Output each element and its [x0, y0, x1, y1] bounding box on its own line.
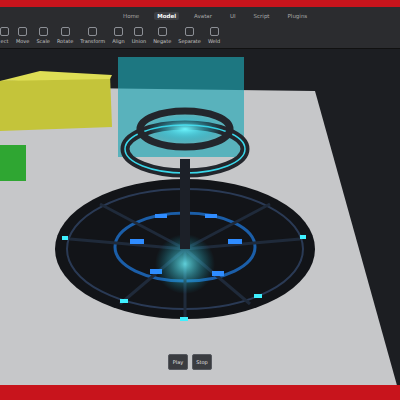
viewport-button[interactable]: Play: [168, 354, 188, 370]
top-frame-bar: [0, 0, 400, 7]
tool-label: Negate: [153, 38, 171, 44]
tool-button[interactable]: Move: [16, 27, 29, 44]
ribbon-tabs: Home Model Avatar UI Script Plugins: [0, 7, 400, 25]
viewport-controls: PlayStop: [168, 354, 212, 370]
viewport-button[interactable]: Stop: [192, 354, 212, 370]
tool-button[interactable]: Align: [112, 27, 125, 44]
tool-label: Weld: [208, 38, 220, 44]
tool-icon: [114, 27, 123, 36]
tool-row: ect Move Scale Rotate Transform Align Union Neg…: [0, 25, 400, 48]
tool-icon: [18, 27, 27, 36]
tool-label: Rotate: [57, 38, 73, 44]
tool-icon: [185, 27, 194, 36]
ribbon-tab[interactable]: Home: [120, 12, 142, 20]
tool-icon: [39, 27, 48, 36]
tool-label: Scale: [36, 38, 49, 44]
tool-label: Separate: [178, 38, 201, 44]
tool-button[interactable]: Weld: [208, 27, 220, 44]
tool-button[interactable]: Negate: [153, 27, 171, 44]
tool-button[interactable]: Union: [132, 27, 146, 44]
ribbon-tab[interactable]: Script: [251, 12, 273, 20]
tool-icon: [0, 27, 9, 36]
tool-button[interactable]: Separate: [178, 27, 201, 44]
ribbon-tab[interactable]: Avatar: [191, 12, 215, 20]
ribbon-tab[interactable]: UI: [227, 12, 239, 20]
ribbon-tab[interactable]: Plugins: [285, 12, 311, 20]
tool-icon: [158, 27, 167, 36]
tool-label: Align: [112, 38, 125, 44]
tool-button[interactable]: Transform: [80, 27, 105, 44]
tool-icon: [210, 27, 219, 36]
tool-label: Union: [132, 38, 146, 44]
tool-label: ect: [1, 38, 9, 44]
tool-icon: [61, 27, 70, 36]
tool-button[interactable]: Scale: [36, 27, 49, 44]
tool-icon: [88, 27, 97, 36]
scene-render: [0, 49, 400, 385]
tool-label: Transform: [80, 38, 105, 44]
tool-label: Move: [16, 38, 29, 44]
bottom-frame-bar: [0, 385, 400, 400]
ribbon-toolbar: Home Model Avatar UI Script Plugins ect Move Sca…: [0, 7, 400, 49]
tool-button[interactable]: Rotate: [57, 27, 73, 44]
tool-icon: [134, 27, 143, 36]
tool-button[interactable]: ect: [0, 27, 9, 44]
ribbon-tab[interactable]: Model: [154, 12, 179, 20]
3d-viewport[interactable]: PlayStop: [0, 49, 400, 385]
